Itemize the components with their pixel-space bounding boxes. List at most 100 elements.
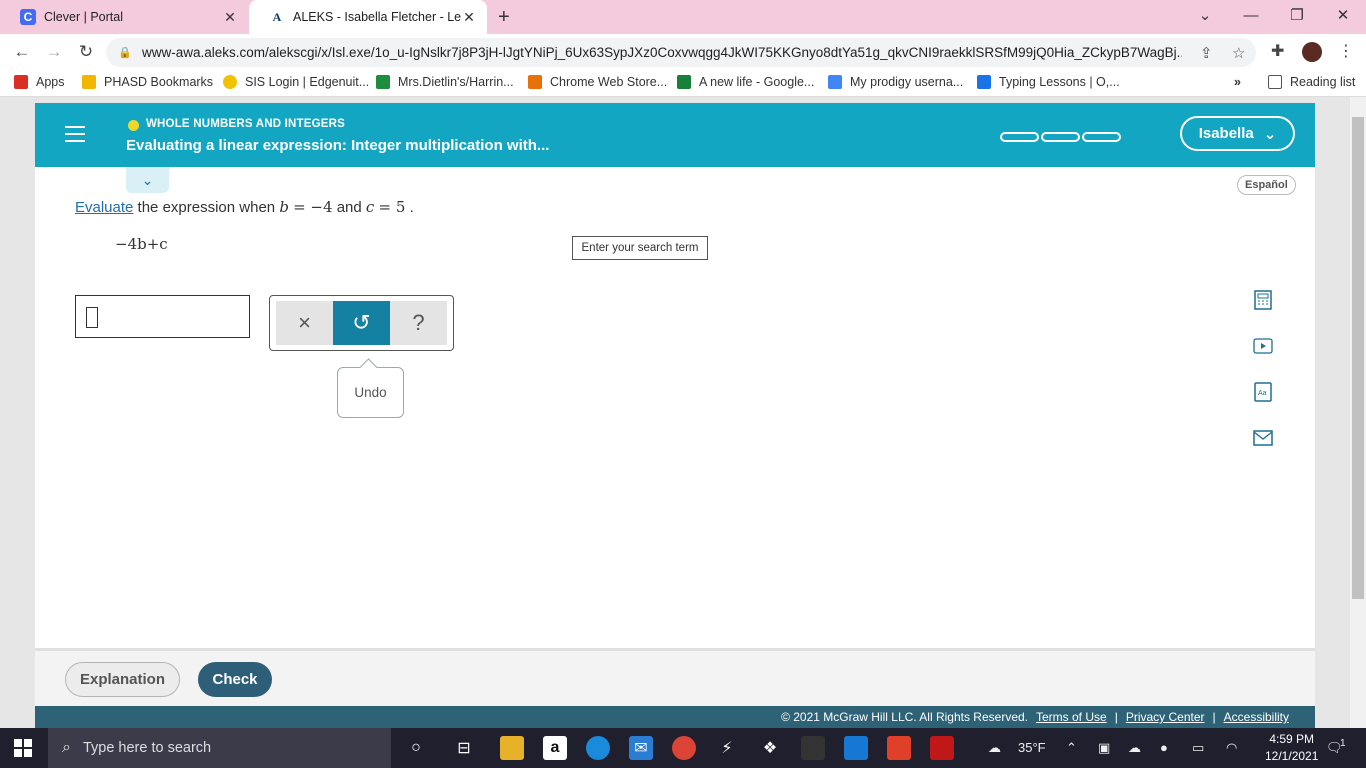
battery-icon[interactable]: ▭ <box>1192 740 1204 756</box>
close-window-icon[interactable]: ✕ <box>1320 0 1366 30</box>
edge-icon[interactable] <box>586 736 610 760</box>
topic-status-dot <box>128 120 139 131</box>
espanol-button[interactable]: Español <box>1237 175 1296 195</box>
office-icon[interactable] <box>887 736 911 760</box>
amazon-icon[interactable]: a <box>543 736 567 760</box>
terms-link[interactable]: Terms of Use <box>1036 710 1107 724</box>
bookmark-typing[interactable]: Typing Lessons | O,... <box>977 75 1120 89</box>
clever-icon: C <box>20 9 36 25</box>
tray-chevron-up-icon[interactable]: ⌃ <box>1066 740 1077 756</box>
file-explorer-icon[interactable] <box>500 736 524 760</box>
close-tab-icon[interactable]: ✕ <box>222 9 238 26</box>
tab-strip: C Clever | Portal ✕ A ALEKS - Isabella F… <box>0 0 1366 34</box>
undo-icon: ↺ <box>352 310 371 335</box>
copyright-text: © 2021 McGraw Hill LLC. All Rights Reser… <box>781 710 1028 724</box>
search-icon: ⌕ <box>62 739 71 756</box>
bookmark-sis[interactable]: SIS Login | Edgenuit... <box>223 75 369 89</box>
meet-now-icon[interactable]: ▣ <box>1098 740 1110 756</box>
clock-date: 12/1/2021 <box>1265 749 1319 763</box>
value-c: = 5 <box>378 198 406 216</box>
footer: © 2021 McGraw Hill LLC. All Rights Reser… <box>35 706 1315 728</box>
windows-taskbar: ⌕ Type here to search ○ ⊟ a ✉ ⚡ ❖ ☁ 35°F… <box>0 728 1366 768</box>
hamburger-menu-icon[interactable] <box>65 126 85 142</box>
profile-avatar[interactable] <box>1302 42 1322 62</box>
svg-text:Aa: Aa <box>1258 390 1267 397</box>
evaluate-link[interactable]: Evaluate <box>75 199 133 216</box>
tab-clever[interactable]: C Clever | Portal ✕ <box>0 0 248 34</box>
windows-start-icon[interactable] <box>14 739 32 757</box>
more-bookmarks-button[interactable]: » <box>1234 75 1241 89</box>
dictionary-icon[interactable]: Aa <box>1249 378 1276 405</box>
tab-aleks[interactable]: A ALEKS - Isabella Fletcher - Learn ✕ <box>249 0 487 34</box>
classroom-icon <box>376 75 390 89</box>
answer-input[interactable] <box>75 295 250 338</box>
accessibility-link[interactable]: Accessibility <box>1224 710 1289 724</box>
check-button[interactable]: Check <box>198 662 272 697</box>
onedrive-icon[interactable]: ☁ <box>1128 740 1141 756</box>
chevron-down-icon: ⌄ <box>1263 125 1277 143</box>
back-arrow-icon[interactable]: ← <box>10 42 34 64</box>
calculator-icon[interactable] <box>1249 286 1276 313</box>
notification-count: 1 <box>1340 738 1346 749</box>
weather-icon[interactable]: ☁ <box>988 740 1001 756</box>
weather-temp[interactable]: 35°F <box>1018 740 1046 755</box>
progress-segment <box>1041 132 1080 142</box>
bookmark-label: Apps <box>36 75 65 89</box>
dropbox-icon[interactable]: ❖ <box>758 736 782 760</box>
app-icon[interactable] <box>801 736 825 760</box>
restore-icon[interactable]: ❐ <box>1274 0 1320 30</box>
question-mark-icon: ? <box>412 310 425 335</box>
chrome-menu-icon[interactable]: ⋮ <box>1338 41 1354 61</box>
page-scrollbar[interactable] <box>1350 97 1366 728</box>
minimize-icon[interactable]: — <box>1228 0 1274 30</box>
close-tab-icon[interactable]: ✕ <box>461 9 477 26</box>
task-view-icon[interactable]: ⊟ <box>452 736 476 760</box>
webstore-icon <box>528 75 542 89</box>
extensions-puzzle-icon[interactable]: ✚ <box>1271 41 1284 61</box>
bookmark-label: Chrome Web Store... <box>550 75 668 89</box>
bookmark-label: SIS Login | Edgenuit... <box>245 75 370 89</box>
bookmark-apps[interactable]: Apps <box>14 75 65 89</box>
explanation-button[interactable]: Explanation <box>65 662 180 697</box>
variable-b: b <box>279 198 289 216</box>
bookmark-prodigy[interactable]: My prodigy userna... <box>828 75 963 89</box>
user-menu-button[interactable]: Isabella ⌄ <box>1180 116 1295 151</box>
progress-segment <box>1082 132 1121 142</box>
privacy-link[interactable]: Privacy Center <box>1126 710 1205 724</box>
help-button[interactable]: ? <box>390 301 447 345</box>
bookmark-drive[interactable]: A new life - Google... <box>677 75 814 89</box>
bookmark-phasd[interactable]: PHASD Bookmarks <box>82 75 213 89</box>
reload-icon[interactable]: ↻ <box>74 42 98 64</box>
close-icon: × <box>298 310 311 335</box>
store-icon[interactable] <box>844 736 868 760</box>
share-icon[interactable]: ⇪ <box>1200 44 1213 62</box>
video-icon[interactable] <box>1249 332 1276 359</box>
bookmark-webstore[interactable]: Chrome Web Store... <box>528 75 667 89</box>
mcafee-icon[interactable] <box>930 736 954 760</box>
bookmark-star-icon[interactable]: ☆ <box>1232 44 1245 62</box>
tab-title: ALEKS - Isabella Fletcher - Learn <box>293 10 461 24</box>
chrome-icon[interactable] <box>672 736 696 760</box>
new-tab-icon[interactable]: + <box>498 6 510 29</box>
system-clock[interactable]: 4:59 PM 12/1/2021 <box>1265 731 1318 765</box>
app-tray-icon[interactable]: ● <box>1160 740 1168 755</box>
forward-arrow-icon[interactable]: → <box>42 42 66 64</box>
reading-list-button[interactable]: Reading list <box>1268 75 1355 89</box>
taskbar-search-box[interactable]: ⌕ Type here to search <box>48 728 391 768</box>
topic-label: WHOLE NUMBERS AND INTEGERS <box>146 118 345 130</box>
address-bar[interactable]: 🔒 www-awa.aleks.com/alekscgi/x/Isl.exe/1… <box>106 38 1256 67</box>
lightning-app-icon[interactable]: ⚡ <box>715 736 739 760</box>
scrollbar-thumb[interactable] <box>1352 117 1364 599</box>
collapse-header-button[interactable]: ⌄ <box>126 167 169 193</box>
wifi-icon[interactable]: ◠ <box>1226 740 1237 756</box>
bookmark-dietlin[interactable]: Mrs.Dietlin's/Harrin... <box>376 75 514 89</box>
undo-button[interactable]: ↺ <box>333 301 390 345</box>
mail-app-icon[interactable]: ✉ <box>629 736 653 760</box>
tab-search-chevron-icon[interactable]: ⌄ <box>1182 0 1228 30</box>
math-expression: −4b+c <box>115 235 168 253</box>
input-cursor-box <box>86 307 98 328</box>
cortana-icon[interactable]: ○ <box>404 736 428 760</box>
aleks-icon: A <box>272 9 282 24</box>
clear-button[interactable]: × <box>276 301 333 345</box>
mail-icon[interactable] <box>1249 424 1276 451</box>
